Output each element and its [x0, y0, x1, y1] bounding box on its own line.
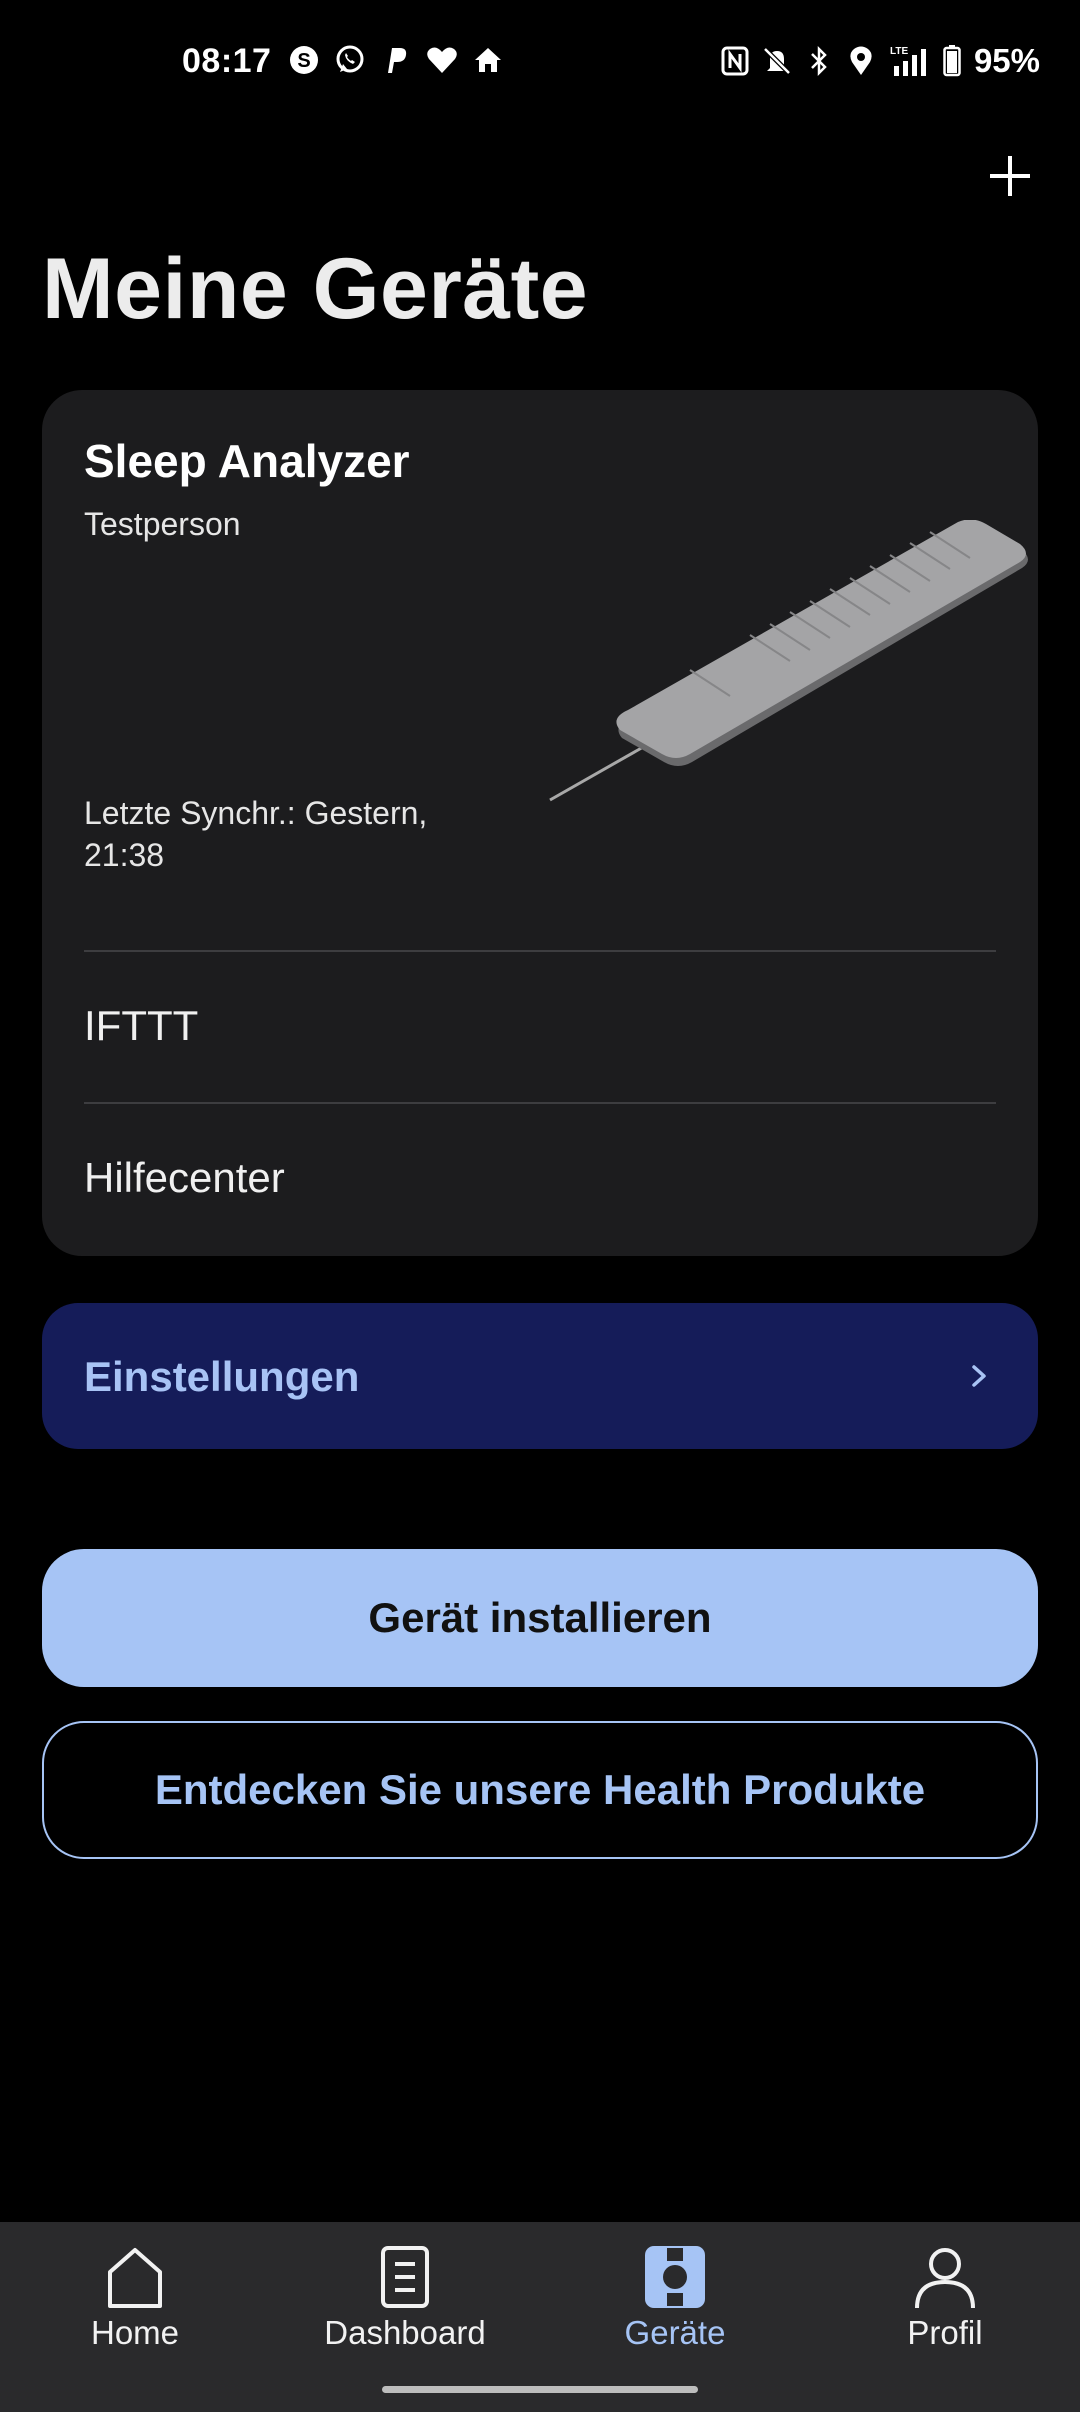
nav-item-home[interactable]: Home [0, 2222, 270, 2372]
settings-button[interactable]: Einstellungen [42, 1303, 1038, 1449]
home-icon [108, 2248, 162, 2308]
heart-icon [426, 44, 458, 76]
paypal-icon [380, 44, 412, 76]
nfc-icon [720, 44, 750, 78]
profile-icon [915, 2248, 975, 2309]
install-device-button[interactable]: Gerät installieren [42, 1549, 1038, 1687]
ifttt-label: IFTTT [84, 1002, 199, 1049]
bluetooth-icon [804, 44, 834, 78]
device-card[interactable]: Sleep Analyzer Testperson Letzte Synchr.… [42, 390, 1038, 1256]
nav-item-profile[interactable]: Profil [810, 2222, 1080, 2372]
system-icons: LTE 95% [720, 42, 1040, 80]
dashboard-icon [381, 2246, 429, 2308]
status-bar: 08:17 S LTE 95% [0, 0, 1080, 130]
add-device-button[interactable] [974, 140, 1046, 212]
nav-label: Home [90, 2314, 180, 2351]
battery-icon [942, 44, 962, 78]
discover-products-button[interactable]: Entdecken Sie unsere Health Produkte [42, 1721, 1038, 1859]
nav-item-dashboard[interactable]: Dashboard [270, 2222, 540, 2372]
status-time: 08:17 [182, 42, 272, 80]
page-title: Meine Geräte [42, 241, 589, 337]
devices-icon [645, 2246, 705, 2308]
nav-item-devices[interactable]: Geräte [540, 2222, 810, 2372]
plus-icon [990, 156, 1030, 196]
nav-label: Dashboard [324, 2314, 486, 2351]
bottom-navigation: Home Dashboard Geräte Profil [0, 2222, 1080, 2412]
install-device-label: Gerät installieren [368, 1594, 712, 1641]
chevron-right-icon [972, 1365, 986, 1387]
last-sync-text: Letzte Synchr.: Gestern, 21:38 [84, 795, 428, 873]
svg-text:S: S [297, 50, 310, 72]
help-center-label: Hilfecenter [84, 1154, 285, 1201]
home-indicator [382, 2386, 698, 2393]
skype-icon: S [288, 44, 320, 76]
sleep-analyzer-image [549, 520, 1028, 802]
ifttt-row[interactable]: IFTTT [42, 952, 1038, 1102]
lte-signal-icon: LTE [888, 44, 930, 78]
discover-products-label: Entdecken Sie unsere Health Produkte [154, 1766, 926, 1813]
location-icon [846, 44, 876, 78]
whatsapp-icon [334, 44, 366, 76]
help-center-row[interactable]: Hilfecenter [42, 1104, 1038, 1254]
device-name: Sleep Analyzer [84, 435, 410, 487]
settings-label: Einstellungen [84, 1353, 360, 1400]
svg-text:LTE: LTE [890, 46, 908, 57]
device-owner: Testperson [84, 506, 241, 542]
battery-percentage: 95% [973, 42, 1040, 79]
nav-label: Profil [907, 2314, 983, 2351]
nav-label: Geräte [624, 2314, 726, 2351]
bell-muted-icon [762, 44, 792, 78]
notification-icons: S [288, 44, 504, 76]
home-icon [472, 44, 504, 76]
